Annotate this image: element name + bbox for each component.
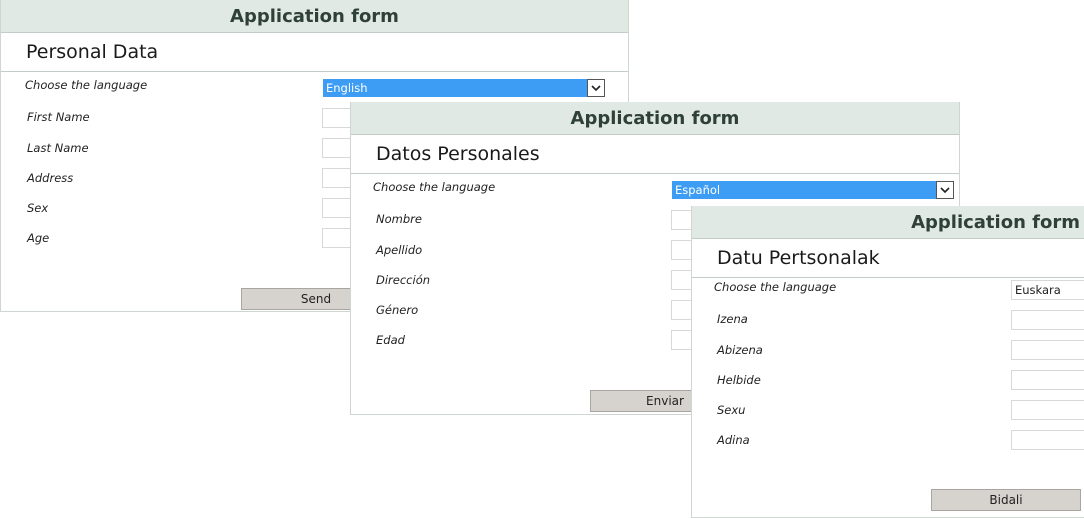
section-title: Personal Data [1,33,628,72]
section-title: Datos Personales [351,135,959,174]
field-label-first-name: First Name [27,110,90,124]
field-label-age: Age [27,231,50,245]
sexu-input[interactable] [1011,400,1084,420]
application-form-basque: Application form Datu Pertsonalak Choose… [691,206,1084,518]
helbide-input[interactable] [1011,370,1084,390]
bidali-button[interactable]: Bidali [931,489,1081,511]
language-select[interactable]: Euskara [1011,280,1084,300]
field-label-nombre: Nombre [376,212,422,226]
field-label-direccion: Dirección [376,273,431,287]
field-label-helbide: Helbide [717,373,761,387]
field-label-apellido: Apellido [376,243,423,257]
field-label-sex: Sex [27,201,49,215]
language-label: Choose the language [714,280,837,294]
field-label-address: Address [27,171,74,185]
field-label-last-name: Last Name [27,141,89,155]
chevron-down-icon[interactable] [936,181,954,199]
language-select[interactable]: Español [672,181,954,199]
language-label: Choose the language [25,78,148,92]
field-label-genero: Género [376,303,419,317]
language-select-value: English [326,81,368,95]
field-label-izena: Izena [717,312,748,326]
form-header: Application form [351,102,959,135]
language-select[interactable]: English [323,79,605,97]
izena-input[interactable] [1011,310,1084,330]
field-label-abizena: Abizena [717,343,763,357]
abizena-input[interactable] [1011,340,1084,360]
field-label-adina: Adina [717,433,750,447]
adina-input[interactable] [1011,430,1084,450]
language-select-value: Español [675,183,721,197]
section-title: Datu Pertsonalak [692,239,1084,278]
field-label-sexu: Sexu [717,403,746,417]
form-header: Application form [1,0,628,33]
form-header: Application form [692,206,1084,239]
field-label-edad: Edad [376,333,405,347]
language-label: Choose the language [373,180,496,194]
chevron-down-icon[interactable] [587,79,605,97]
